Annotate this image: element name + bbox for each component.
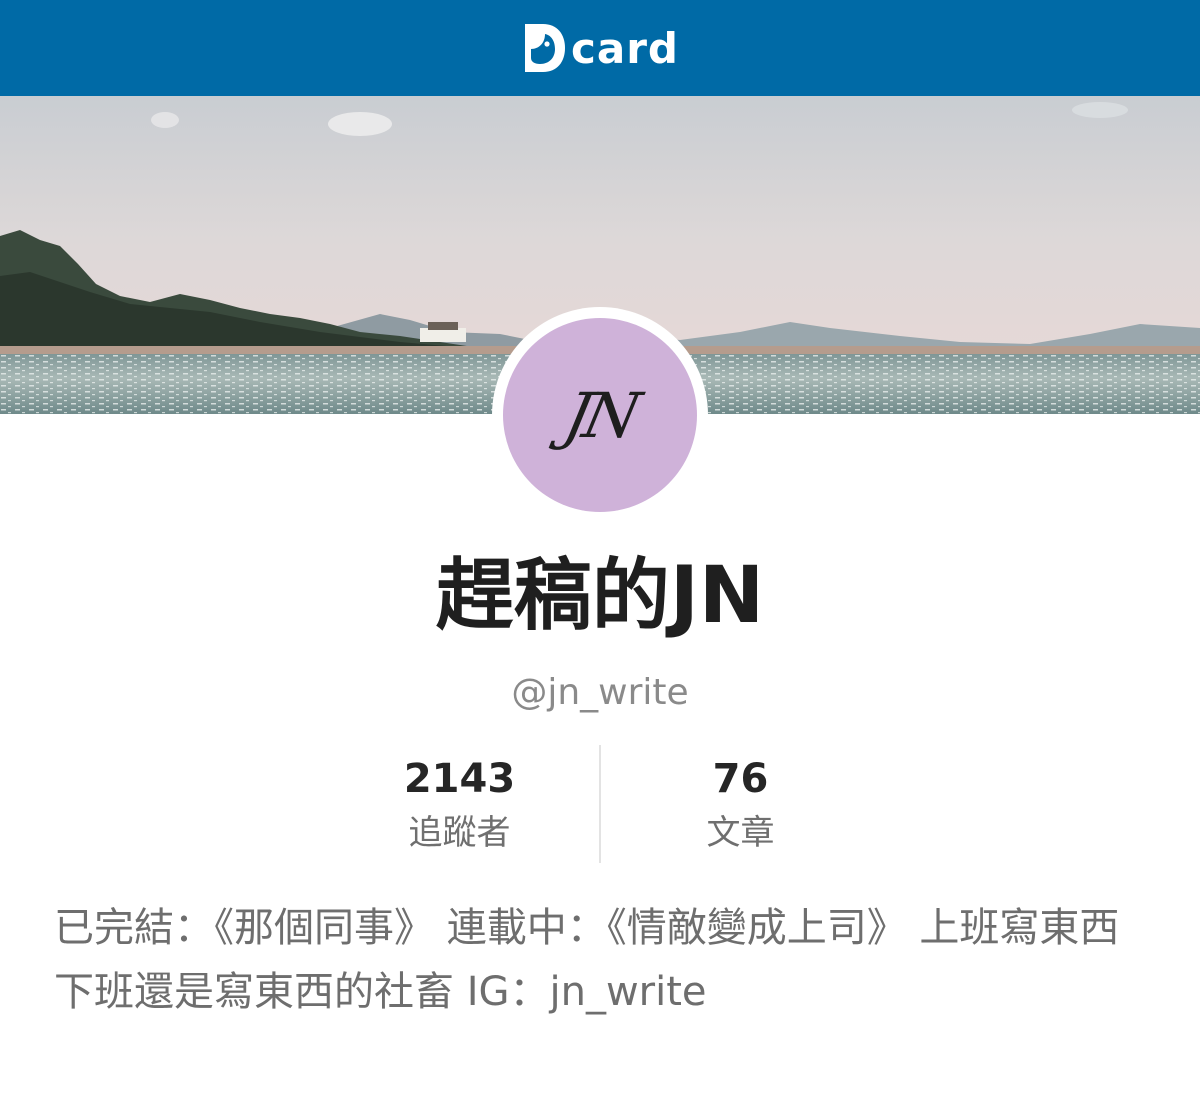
avatar[interactable]: JN	[503, 318, 697, 512]
followers-count: 2143	[403, 756, 516, 802]
avatar-frame: JN	[492, 307, 708, 523]
profile-display-name: 趕稿的JN	[435, 551, 765, 641]
posts-count: 76	[712, 756, 769, 802]
top-header-bar: card	[0, 0, 1200, 96]
followers-stat[interactable]: 2143 追蹤者	[320, 745, 599, 865]
dcard-logo[interactable]: card	[521, 22, 679, 74]
profile-stats: 2143 追蹤者 76 文章	[320, 745, 880, 865]
avatar-initials: JN	[558, 378, 642, 452]
logo-wordmark: card	[570, 24, 679, 73]
posts-label: 文章	[706, 813, 775, 853]
profile-handle: @jn_write	[511, 672, 689, 713]
posts-stat[interactable]: 76 文章	[601, 745, 880, 865]
dcard-logo-icon	[524, 24, 565, 72]
followers-label: 追蹤者	[408, 813, 511, 853]
profile-bio: 已完結：《那個同事》 連載中：《情敵變成上司》 上班寫東西下班還是寫東西的社畜 …	[54, 905, 1120, 1015]
